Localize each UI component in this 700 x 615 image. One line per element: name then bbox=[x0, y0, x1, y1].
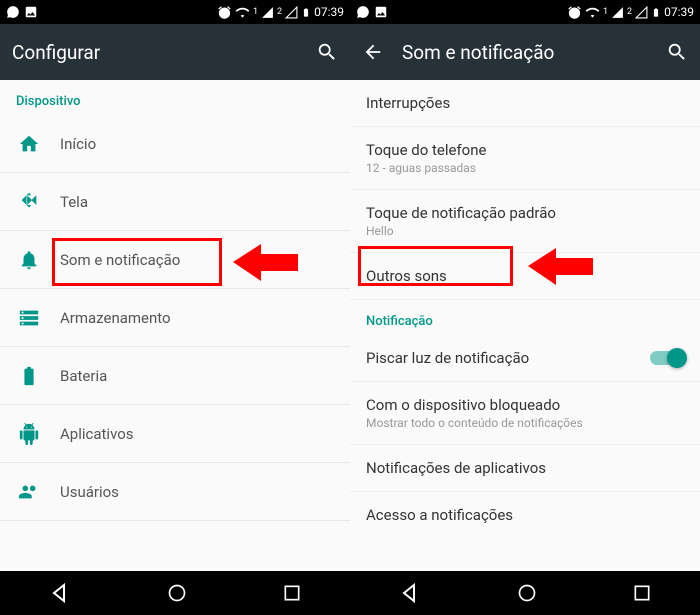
page-title: Configurar bbox=[12, 41, 298, 64]
whatsapp-icon bbox=[356, 5, 370, 19]
bell-icon bbox=[18, 249, 40, 271]
users-icon bbox=[18, 481, 40, 503]
sound-settings-list: Interrupções Toque do telefone 12 - agua… bbox=[350, 80, 700, 571]
sim2-badge: 2 bbox=[627, 7, 632, 17]
signal-icon bbox=[261, 6, 274, 19]
back-button[interactable] bbox=[48, 581, 72, 605]
item-label: Bateria bbox=[60, 367, 336, 385]
alarm-icon bbox=[567, 5, 582, 20]
sim2-badge: 2 bbox=[277, 7, 282, 17]
clock: 07:39 bbox=[314, 5, 344, 19]
home-button[interactable] bbox=[167, 583, 187, 603]
toggle-switch[interactable] bbox=[650, 351, 684, 365]
section-header: Notificação bbox=[350, 300, 700, 335]
section-header: Dispositivo bbox=[0, 80, 350, 115]
settings-item-users[interactable]: Usuários bbox=[0, 463, 350, 521]
recent-button[interactable] bbox=[632, 583, 652, 603]
sound-settings-screen: 1 2 07:39 Som e notificação Interrupções… bbox=[350, 0, 700, 615]
pref-notification-ringtone[interactable]: Toque de notificação padrão Hello bbox=[350, 190, 700, 253]
android-icon bbox=[18, 423, 40, 445]
status-bar: 1 2 07:39 bbox=[0, 0, 350, 24]
recent-button[interactable] bbox=[282, 583, 302, 603]
app-bar: Som e notificação bbox=[350, 24, 700, 80]
pref-notification-access[interactable]: Acesso a notificações bbox=[350, 492, 700, 538]
signal-badge: 1 bbox=[253, 7, 258, 17]
battery-icon bbox=[18, 365, 40, 387]
settings-screen: 1 2 07:39 Configurar Dispositivo Início … bbox=[0, 0, 350, 615]
item-label: Som e notificação bbox=[60, 251, 336, 269]
page-title: Som e notificação bbox=[402, 41, 648, 64]
item-label: Aplicativos bbox=[60, 425, 336, 443]
app-bar: Configurar bbox=[0, 24, 350, 80]
settings-item-storage[interactable]: Armazenamento bbox=[0, 289, 350, 347]
wifi-icon bbox=[585, 5, 600, 20]
nav-bar bbox=[0, 571, 350, 615]
signal-icon bbox=[611, 6, 624, 19]
search-icon[interactable] bbox=[666, 41, 688, 63]
signal2-icon bbox=[635, 6, 648, 19]
settings-list: Dispositivo Início Tela Som e notificaçã… bbox=[0, 80, 350, 571]
battery-icon bbox=[301, 5, 311, 20]
pref-phone-ringtone[interactable]: Toque do telefone 12 - aguas passadas bbox=[350, 127, 700, 190]
item-label: Início bbox=[60, 135, 336, 153]
whatsapp-icon bbox=[6, 5, 20, 19]
settings-item-display[interactable]: Tela bbox=[0, 173, 350, 231]
alarm-icon bbox=[217, 5, 232, 20]
item-label: Armazenamento bbox=[60, 309, 336, 327]
nav-bar bbox=[350, 571, 700, 615]
home-button[interactable] bbox=[517, 583, 537, 603]
storage-icon bbox=[18, 307, 40, 329]
back-icon[interactable] bbox=[362, 41, 384, 63]
signal-badge: 1 bbox=[603, 7, 608, 17]
back-button[interactable] bbox=[398, 581, 422, 605]
search-icon[interactable] bbox=[316, 41, 338, 63]
pref-pulse-light[interactable]: Piscar luz de notificação bbox=[350, 335, 700, 382]
settings-item-home[interactable]: Início bbox=[0, 115, 350, 173]
settings-item-apps[interactable]: Aplicativos bbox=[0, 405, 350, 463]
battery-icon bbox=[651, 5, 661, 20]
pref-interruptions[interactable]: Interrupções bbox=[350, 80, 700, 127]
image-icon bbox=[24, 5, 38, 19]
signal2-icon bbox=[285, 6, 298, 19]
item-label: Tela bbox=[60, 193, 336, 211]
settings-item-sound[interactable]: Som e notificação bbox=[0, 231, 350, 289]
pref-app-notifications[interactable]: Notificações de aplicativos bbox=[350, 445, 700, 492]
image-icon bbox=[374, 5, 388, 19]
item-label: Usuários bbox=[60, 483, 336, 501]
clock: 07:39 bbox=[664, 5, 694, 19]
home-icon bbox=[18, 133, 40, 155]
display-icon bbox=[18, 191, 40, 213]
pref-locked-device[interactable]: Com o dispositivo bloqueado Mostrar todo… bbox=[350, 382, 700, 445]
settings-item-battery[interactable]: Bateria bbox=[0, 347, 350, 405]
pref-other-sounds[interactable]: Outros sons bbox=[350, 253, 700, 300]
wifi-icon bbox=[235, 5, 250, 20]
status-bar: 1 2 07:39 bbox=[350, 0, 700, 24]
